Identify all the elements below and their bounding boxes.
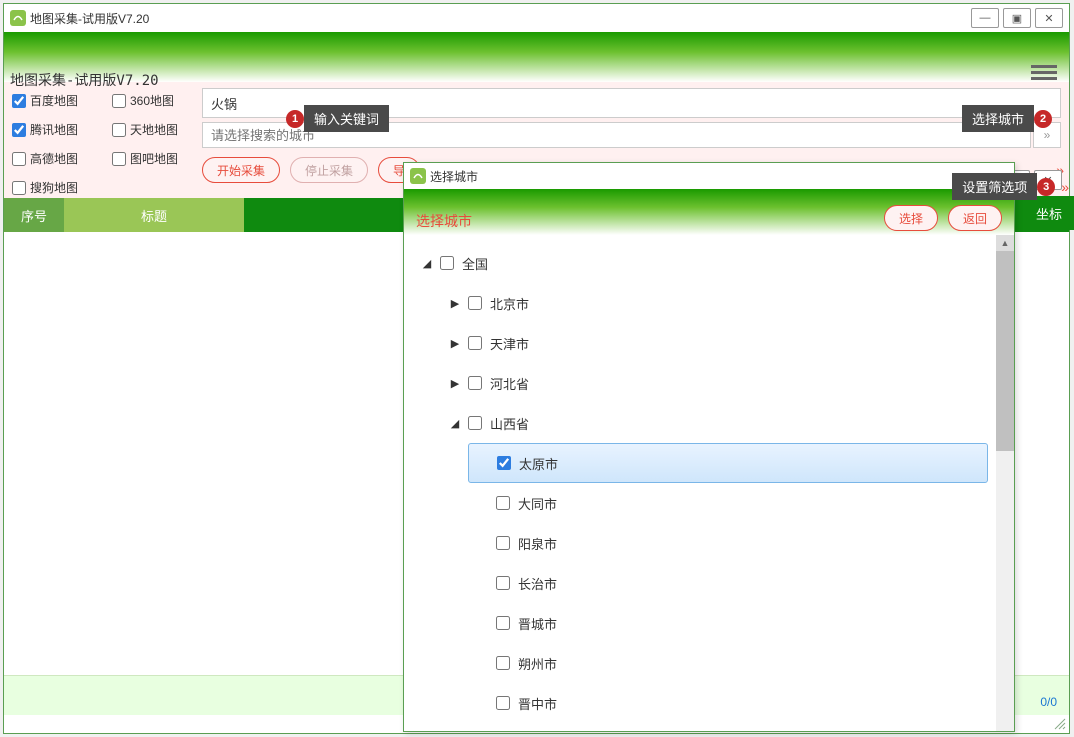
checkbox-360[interactable]: 360地图 bbox=[112, 90, 202, 111]
popup-header: 选择城市 选择 返回 bbox=[404, 189, 1014, 235]
checkbox-baidu[interactable]: 百度地图 bbox=[12, 90, 102, 111]
tree-label: 晋城市 bbox=[518, 614, 557, 633]
checkbox-tuba[interactable]: 图吧地图 bbox=[112, 148, 202, 169]
app-logo-icon bbox=[10, 10, 26, 26]
tree-row-jincheng[interactable]: 晋城市 bbox=[468, 603, 988, 643]
tree-row-shanxi[interactable]: ◢ 山西省 bbox=[440, 403, 988, 443]
tree-label: 晋中市 bbox=[518, 694, 557, 713]
annotation-badge: 3 bbox=[1037, 178, 1055, 196]
annotation-badge: 1 bbox=[286, 110, 304, 128]
expand-icon[interactable]: ▶ bbox=[448, 377, 462, 390]
tree-label: 大同市 bbox=[518, 494, 557, 513]
tree-checkbox[interactable] bbox=[496, 496, 510, 510]
popup-titlebar[interactable]: 选择城市 bbox=[404, 163, 1014, 189]
tree-checkbox[interactable] bbox=[496, 536, 510, 550]
resize-grip-icon[interactable] bbox=[1053, 717, 1067, 731]
annotation-2: 2 选择城市 bbox=[962, 105, 1052, 132]
tree-label: 太原市 bbox=[519, 454, 558, 473]
tree-label: 天津市 bbox=[490, 334, 529, 353]
annotation-tooltip: 设置筛选项 bbox=[952, 173, 1037, 200]
popup-header-label: 选择城市 bbox=[416, 211, 472, 231]
tree-row-taiyuan[interactable]: 太原市 bbox=[468, 443, 988, 483]
tree-checkbox[interactable] bbox=[468, 376, 482, 390]
popup-tree[interactable]: ◢ 全国 ▶ 北京市 ▶ 天津市 ▶ 河北省 ◢ 山西 bbox=[404, 235, 1014, 731]
checkbox-tencent[interactable]: 腾讯地图 bbox=[12, 119, 102, 140]
tree-row-beijing[interactable]: ▶ 北京市 bbox=[440, 283, 988, 323]
close-button[interactable]: ✕ bbox=[1035, 8, 1063, 28]
main-titlebar[interactable]: 地图采集-试用版V7.20 — ▣ ✕ bbox=[4, 4, 1069, 32]
annotation-tooltip: 选择城市 bbox=[962, 105, 1034, 132]
tree-checkbox[interactable] bbox=[496, 616, 510, 630]
scroll-up-icon[interactable]: ▲ bbox=[996, 235, 1014, 251]
maximize-button[interactable]: ▣ bbox=[1003, 8, 1031, 28]
tree-row-shuozhou[interactable]: 朔州市 bbox=[468, 643, 988, 683]
menu-icon[interactable] bbox=[1031, 62, 1057, 83]
tree-checkbox[interactable] bbox=[468, 416, 482, 430]
tree-checkbox[interactable] bbox=[497, 456, 511, 470]
start-collect-button[interactable]: 开始采集 bbox=[202, 157, 280, 183]
popup-logo-icon bbox=[410, 168, 426, 184]
chevron-right-icon: » bbox=[1061, 179, 1066, 195]
checkbox-tianditu[interactable]: 天地地图 bbox=[112, 119, 202, 140]
tree-row-jinzhong[interactable]: 晋中市 bbox=[468, 683, 988, 723]
window-title: 地图采集-试用版V7.20 bbox=[30, 10, 149, 27]
tree-label: 阳泉市 bbox=[518, 534, 557, 553]
map-source-checkboxes: 百度地图 360地图 腾讯地图 天地地图 高德地图 图吧地图 搜狗地图 bbox=[12, 86, 202, 198]
tree-label: 朔州市 bbox=[518, 654, 557, 673]
city-popup: 选择城市 选择城市 选择 返回 ◢ 全国 ▶ 北京市 ▶ 天津市 bbox=[403, 162, 1015, 732]
tree-row-datong[interactable]: 大同市 bbox=[468, 483, 988, 523]
annotation-tooltip: 输入关键词 bbox=[304, 105, 389, 132]
tree-checkbox[interactable] bbox=[440, 256, 454, 270]
tree-checkbox[interactable] bbox=[496, 696, 510, 710]
annotation-3: » 3 设置筛选项 bbox=[952, 173, 1066, 200]
checkbox-gaode[interactable]: 高德地图 bbox=[12, 148, 102, 169]
minimize-button[interactable]: — bbox=[971, 8, 999, 28]
tree-row-root[interactable]: ◢ 全国 bbox=[412, 243, 988, 283]
stop-collect-button[interactable]: 停止采集 bbox=[290, 157, 368, 183]
popup-scrollbar[interactable]: ▲ bbox=[996, 235, 1014, 731]
th-coord-partial[interactable]: 坐标 bbox=[1024, 196, 1074, 230]
annotation-1: 1 输入关键词 bbox=[286, 105, 389, 132]
checkbox-sogou[interactable]: 搜狗地图 bbox=[12, 177, 102, 198]
tree-label: 山西省 bbox=[490, 414, 529, 433]
tree-checkbox[interactable] bbox=[496, 656, 510, 670]
expand-icon[interactable]: ▶ bbox=[448, 337, 462, 350]
expand-icon[interactable]: ▶ bbox=[448, 297, 462, 310]
popup-select-button[interactable]: 选择 bbox=[884, 205, 938, 231]
tree-row-tianjin[interactable]: ▶ 天津市 bbox=[440, 323, 988, 363]
collapse-icon[interactable]: ◢ bbox=[448, 417, 462, 430]
tree-checkbox[interactable] bbox=[468, 296, 482, 310]
tree-checkbox[interactable] bbox=[496, 576, 510, 590]
tree-label: 北京市 bbox=[490, 294, 529, 313]
collapse-icon[interactable]: ◢ bbox=[420, 257, 434, 270]
popup-title: 选择城市 bbox=[430, 168, 478, 185]
top-banner: 地图采集-试用版V7.20 bbox=[4, 32, 1069, 82]
th-seq[interactable]: 序号 bbox=[4, 198, 64, 232]
tree-label: 河北省 bbox=[490, 374, 529, 393]
page-indicator: 0/0 bbox=[1040, 695, 1057, 709]
th-title[interactable]: 标题 bbox=[64, 198, 244, 232]
scroll-thumb[interactable] bbox=[996, 251, 1014, 451]
tree-label: 全国 bbox=[462, 254, 488, 273]
tree-row-hebei[interactable]: ▶ 河北省 bbox=[440, 363, 988, 403]
annotation-badge: 2 bbox=[1034, 110, 1052, 128]
popup-back-button[interactable]: 返回 bbox=[948, 205, 1002, 231]
tree-row-changzhi[interactable]: 长治市 bbox=[468, 563, 988, 603]
tree-label: 长治市 bbox=[518, 574, 557, 593]
app-title: 地图采集-试用版V7.20 bbox=[10, 70, 159, 90]
tree-checkbox[interactable] bbox=[468, 336, 482, 350]
tree-row-yangquan[interactable]: 阳泉市 bbox=[468, 523, 988, 563]
